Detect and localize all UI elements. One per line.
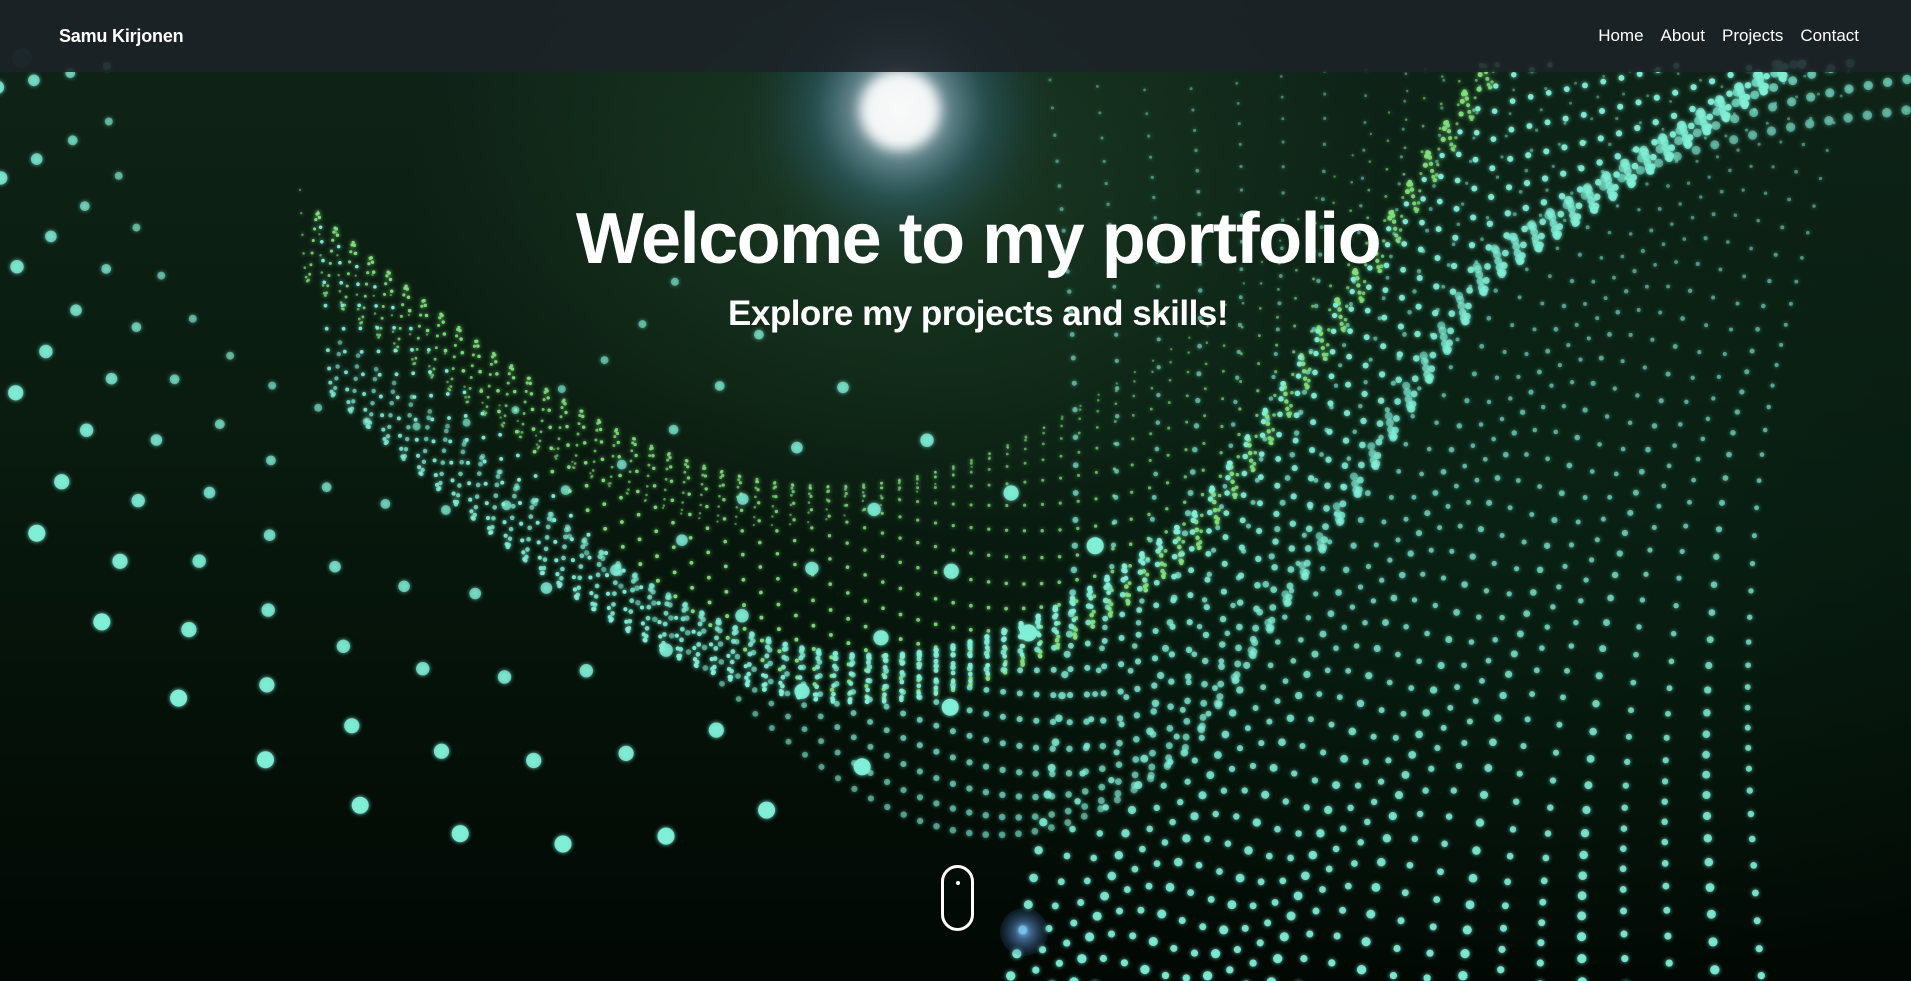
scroll-wheel-dot xyxy=(956,881,960,885)
bokeh-light xyxy=(1000,908,1048,956)
brand-link[interactable]: Samu Kirjonen xyxy=(59,26,184,47)
nav-link-home[interactable]: Home xyxy=(1598,26,1643,46)
nav-link-about[interactable]: About xyxy=(1661,26,1705,46)
nav-link-contact[interactable]: Contact xyxy=(1800,26,1859,46)
hero-section: Welcome to my portfolio Explore my proje… xyxy=(0,196,1911,336)
top-navbar: Samu Kirjonen Home About Projects Contac… xyxy=(0,0,1911,72)
hero-title: Welcome to my portfolio xyxy=(575,199,1382,279)
particle-wave-background xyxy=(0,0,1911,981)
nav-link-projects[interactable]: Projects xyxy=(1722,26,1783,46)
portfolio-page: Samu Kirjonen Home About Projects Contac… xyxy=(0,0,1911,981)
mouse-scroll-icon[interactable] xyxy=(941,865,974,931)
hero-subtitle: Explore my projects and skills! xyxy=(728,294,1228,333)
nav-links: Home About Projects Contact xyxy=(1598,26,1859,46)
